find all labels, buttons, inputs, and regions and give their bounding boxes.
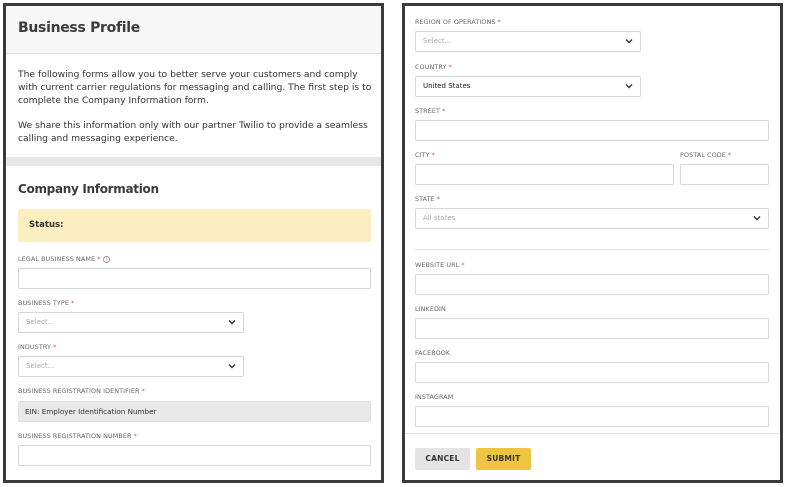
industry-select[interactable]: Select...	[18, 356, 244, 377]
chevron-down-icon	[228, 320, 236, 325]
industry-label: INDUSTRY *	[18, 343, 57, 351]
required-marker: *	[431, 151, 435, 159]
city-label: CITY *	[415, 151, 435, 159]
linkedin-label: LINKEDIN	[415, 305, 446, 313]
country-label: COUNTRY *	[415, 63, 452, 71]
required-marker: *	[133, 432, 137, 440]
registration-identifier-field: EIN: Employer Identification Number	[18, 401, 371, 422]
state-select[interactable]: All states	[415, 208, 769, 229]
required-marker: *	[727, 151, 732, 159]
chevron-down-icon	[753, 216, 761, 221]
required-marker: *	[141, 387, 145, 395]
panel-header: Business Profile	[6, 6, 381, 54]
linkedin-input[interactable]	[415, 318, 769, 339]
registration-number-input[interactable]	[18, 445, 371, 466]
registration-number-label: BUSINESS REGISTRATION NUMBER *	[18, 432, 137, 440]
legal-business-name-label: LEGAL BUSINESS NAME * i	[18, 255, 111, 263]
city-input[interactable]	[415, 164, 674, 185]
intro-paragraph-1: The following forms allow you to better …	[18, 69, 372, 106]
facebook-input[interactable]	[415, 362, 769, 383]
region-placeholder: Select...	[423, 37, 452, 45]
company-info-panel: Business Profile The following forms all…	[3, 3, 384, 483]
business-type-select[interactable]: Select...	[18, 312, 244, 333]
postal-code-label: POSTAL CODE *	[680, 151, 732, 159]
industry-placeholder: Select...	[26, 362, 55, 370]
registration-identifier-label: BUSINESS REGISTRATION IDENTIFIER *	[18, 387, 145, 395]
form-footer: CANCEL SUBMIT	[405, 433, 780, 480]
required-marker: *	[436, 195, 441, 203]
chevron-down-icon	[228, 364, 236, 369]
address-social-panel: REGION OF OPERATIONS * Select... COUNTRY *…	[402, 3, 783, 483]
street-label: STREET *	[415, 107, 446, 115]
required-marker: *	[497, 18, 501, 26]
section-title: Company Information	[18, 182, 159, 196]
chevron-down-icon	[625, 39, 633, 44]
instagram-label: INSTAGRAM	[415, 393, 454, 401]
status-label: Status:	[29, 220, 64, 230]
intro-paragraph-2: We share this information only with our …	[18, 120, 368, 144]
submit-button[interactable]: SUBMIT	[476, 448, 531, 470]
info-icon[interactable]: i	[103, 255, 111, 263]
business-type-label: BUSINESS TYPE *	[18, 299, 75, 307]
postal-code-input[interactable]	[680, 164, 769, 185]
country-value: United States	[423, 82, 471, 90]
region-select[interactable]: Select...	[415, 31, 641, 52]
section-divider	[6, 157, 381, 166]
region-label: REGION OF OPERATIONS *	[415, 18, 501, 26]
cancel-button[interactable]: CANCEL	[415, 448, 470, 470]
required-marker: *	[52, 343, 57, 351]
status-banner: Status:	[18, 209, 371, 242]
required-marker: *	[448, 63, 452, 71]
section-divider	[415, 249, 769, 250]
required-marker: *	[441, 107, 446, 115]
state-label: STATE *	[415, 195, 441, 203]
required-marker: *	[461, 261, 465, 269]
chevron-down-icon	[625, 84, 633, 89]
facebook-label: FACEBOOK	[415, 349, 451, 357]
business-type-placeholder: Select...	[26, 318, 55, 326]
instagram-input[interactable]	[415, 406, 769, 427]
website-url-label: WEBSITE URL *	[415, 261, 465, 269]
street-input[interactable]	[415, 120, 769, 141]
state-placeholder: All states	[423, 214, 456, 222]
legal-business-name-input[interactable]	[18, 268, 371, 289]
registration-identifier-value: EIN: Employer Identification Number	[25, 407, 157, 416]
required-marker: *	[70, 299, 75, 307]
required-marker: *	[97, 255, 101, 263]
page-title: Business Profile	[18, 20, 140, 36]
website-url-input[interactable]	[415, 274, 769, 295]
country-select[interactable]: United States	[415, 76, 641, 97]
